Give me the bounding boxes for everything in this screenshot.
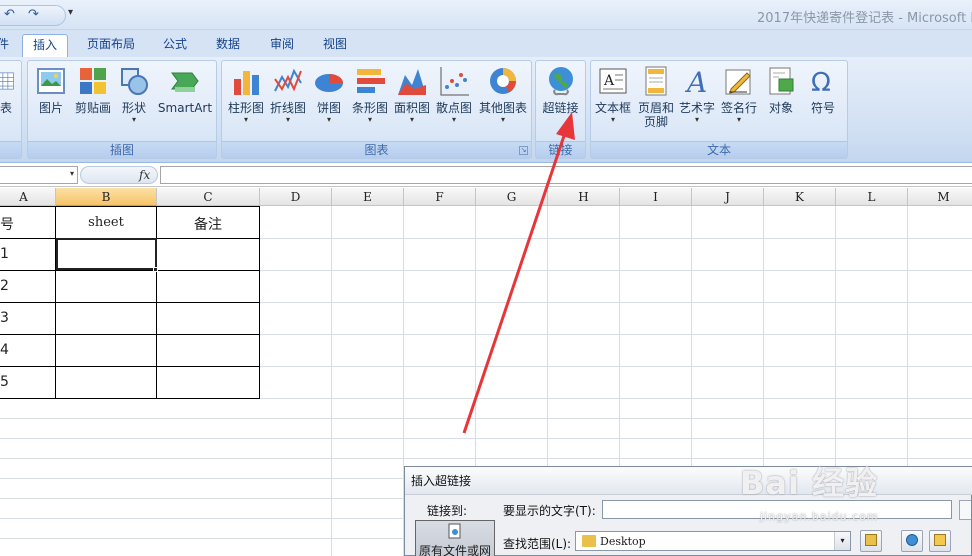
display-text-label: 要显示的文字(T): <box>503 504 596 518</box>
browse-web-button[interactable] <box>901 530 923 552</box>
browse-file-button[interactable] <box>929 530 951 552</box>
chevron-down-icon[interactable]: ▾ <box>834 532 850 550</box>
existing-file-option[interactable]: 原有文件或网 <box>415 520 495 556</box>
dialog-title: 插入超链接 <box>405 467 972 495</box>
open-folder-icon <box>934 534 946 546</box>
existing-file-icon <box>448 523 461 539</box>
screentip-button[interactable] <box>959 500 971 520</box>
up-folder-button[interactable] <box>860 530 882 552</box>
insert-hyperlink-dialog: 插入超链接 链接到: 要显示的文字(T): 查找范围(L): Desktop ▾… <box>404 466 972 556</box>
baidu-jingyan-watermark: Bai 经验 jingyan.baidu.com <box>740 464 879 523</box>
link-to-label: 链接到: <box>427 504 468 518</box>
up-folder-icon <box>865 534 877 546</box>
browse-web-icon <box>906 534 918 546</box>
look-in-label: 查找范围(L): <box>503 537 572 551</box>
folder-icon <box>582 535 596 547</box>
look-in-select[interactable]: Desktop ▾ <box>575 531 851 551</box>
